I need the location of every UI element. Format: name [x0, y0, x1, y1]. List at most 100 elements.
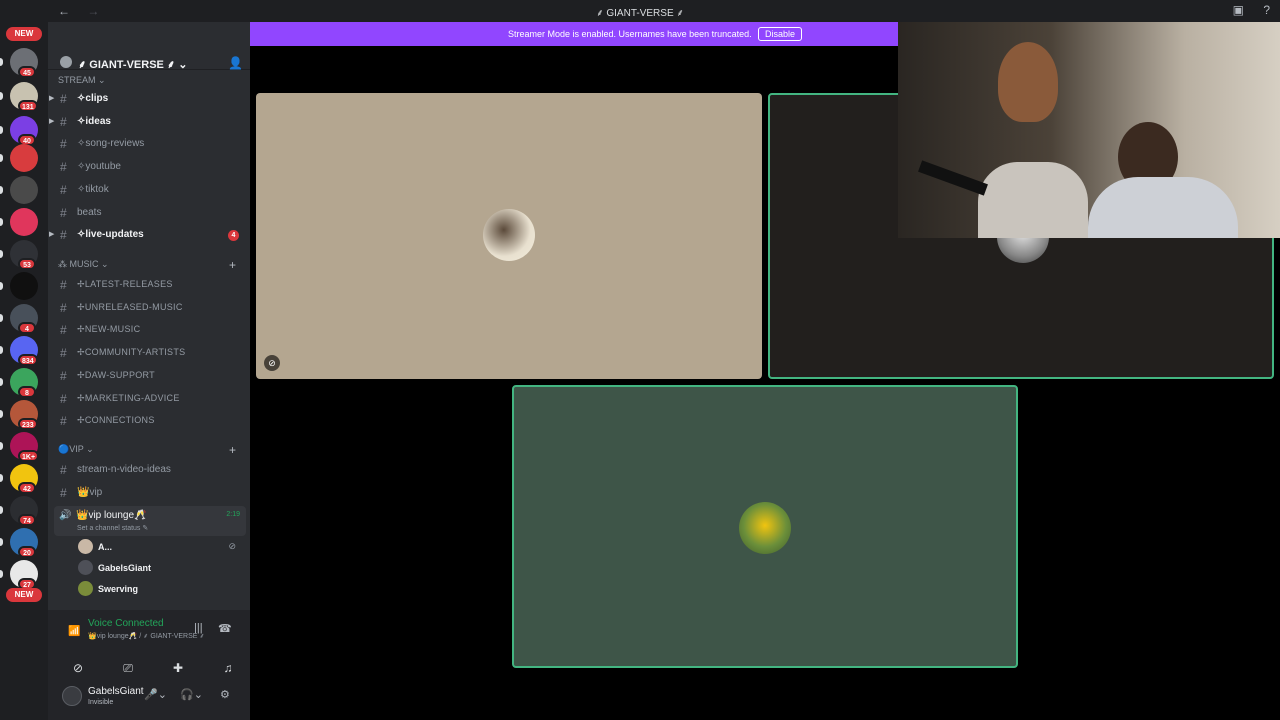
- hashtag-icon: #: [60, 182, 67, 197]
- banner-text: Streamer Mode is enabled. Usernames have…: [508, 29, 752, 39]
- unread-indicator: [0, 282, 3, 290]
- voice-timer: 2:19: [226, 511, 240, 518]
- noise-suppression-icon[interactable]: |||: [194, 622, 203, 634]
- channel-item[interactable]: # stream-n-video-ideas: [56, 460, 246, 480]
- channel-name: ✧song-reviews: [77, 138, 145, 150]
- invite-people-icon[interactable]: 👤: [228, 56, 243, 70]
- unread-caret-icon: ▶: [49, 231, 55, 239]
- speaker-icon: 🔊: [59, 510, 72, 521]
- microphone-icon[interactable]: 🎤⌄: [144, 688, 167, 701]
- server-mention-badge: 131: [18, 100, 38, 112]
- person-left-hair: [998, 42, 1058, 122]
- channel-item[interactable]: # 👑vip: [56, 483, 246, 503]
- server-icon[interactable]: [10, 272, 38, 300]
- category-vip[interactable]: 🔵VIP ⌄ +: [58, 443, 248, 460]
- channel-item[interactable]: # ✢MARKETING-ADVICE: [56, 389, 246, 409]
- voice-connected-title[interactable]: Voice Connected: [88, 618, 164, 629]
- server-mention-badge: 834: [18, 354, 38, 366]
- add-channel-icon[interactable]: +: [229, 258, 236, 272]
- unread-caret-icon: ▶: [49, 95, 55, 102]
- window-title: ⸙ GIANT-VERSE ⸙: [596, 8, 684, 19]
- channel-name: 👑vip: [77, 486, 103, 498]
- channel-name: stream-n-video-ideas: [77, 464, 171, 475]
- unread-caret-icon: ▶: [49, 117, 55, 125]
- channel-name: ✢DAW-SUPPORT: [77, 369, 155, 380]
- signal-icon[interactable]: 📶: [68, 626, 80, 637]
- voice-user-avatar: [78, 539, 93, 554]
- channel-name: ✧tiktok: [77, 183, 109, 195]
- voice-channel-vip-lounge[interactable]: 🔊 👑vip lounge🥂 Set a channel status ✎ 2:…: [54, 506, 246, 536]
- channel-name: ✢UNRELEASED-MUSIC: [77, 301, 183, 312]
- channel-sidebar: ⸙ GIANT-VERSE ⸙ ⌄ 👤 STREAM ⌄ ▶ # ✧clips ▶ # ✧…: [48, 22, 250, 720]
- unread-indicator: [0, 538, 3, 546]
- new-unreads-pill-bottom[interactable]: NEW: [6, 588, 42, 602]
- channel-item[interactable]: # ✢NEW-MUSIC: [56, 320, 246, 340]
- channel-name: ✢COMMUNITY-ARTISTS: [77, 347, 186, 358]
- channel-item[interactable]: # beats: [56, 203, 246, 223]
- unread-indicator: [0, 378, 3, 386]
- hashtag-icon: #: [60, 368, 67, 383]
- voice-user[interactable]: Swerving: [76, 580, 244, 598]
- mention-badge: 4: [228, 230, 239, 242]
- server-header[interactable]: ⸙ GIANT-VERSE ⸙ ⌄ 👤: [48, 22, 250, 71]
- hashtag-icon: #: [60, 228, 67, 243]
- channel-item[interactable]: # ✧tiktok: [56, 180, 246, 200]
- channel-item[interactable]: # ✧song-reviews: [56, 134, 246, 154]
- unread-indicator: [0, 570, 3, 578]
- disconnect-icon[interactable]: ☎: [218, 622, 232, 635]
- channel-item[interactable]: # ✢LATEST-RELEASES: [56, 275, 246, 295]
- person-left-body: [978, 162, 1088, 238]
- server-icon[interactable]: [10, 176, 38, 204]
- user-name[interactable]: GabelsGiant: [88, 686, 144, 697]
- headphones-icon[interactable]: 🎧⌄: [180, 688, 203, 701]
- participant-tile-speaking[interactable]: [512, 385, 1018, 668]
- server-mention-badge: 53: [18, 258, 36, 270]
- channel-item[interactable]: ▶ # ✧clips: [49, 89, 246, 109]
- voice-connected-subtitle[interactable]: 👑vip lounge🥂 / ⸙ GIANT-VERSE ⸙: [88, 632, 205, 641]
- hashtag-icon: #: [60, 92, 67, 106]
- disable-streamer-mode-button[interactable]: Disable: [758, 27, 803, 41]
- new-unreads-pill-top[interactable]: NEW: [6, 27, 42, 41]
- unread-indicator: [0, 250, 3, 258]
- muted-mic-icon: ⊘: [228, 541, 236, 551]
- channel-item[interactable]: # ✢CONNECTIONS: [56, 411, 246, 431]
- unread-indicator: [0, 314, 3, 322]
- channel-item[interactable]: # ✢DAW-SUPPORT: [56, 366, 246, 386]
- server-icon[interactable]: [10, 144, 38, 172]
- unread-indicator: [0, 92, 3, 100]
- hashtag-icon: #: [60, 137, 67, 152]
- participant-avatar: [739, 502, 791, 554]
- help-icon[interactable]: ?: [1263, 3, 1270, 17]
- channel-name: ✢LATEST-RELEASES: [77, 279, 173, 289]
- server-mention-badge: 45: [18, 66, 36, 78]
- category-music[interactable]: ⁂ MUSIC ⌄ +: [58, 258, 248, 275]
- server-mention-badge: 8: [18, 386, 36, 398]
- hashtag-icon: #: [60, 114, 67, 129]
- unread-indicator: [0, 154, 3, 162]
- hashtag-icon: #: [60, 205, 67, 220]
- person-right-body: [1088, 177, 1238, 238]
- add-channel-icon[interactable]: +: [229, 443, 236, 457]
- channel-item[interactable]: ▶ # ✧live-updates 4: [49, 225, 246, 245]
- voice-user-avatar: [78, 581, 93, 596]
- muted-mic-icon: ⊘: [264, 355, 280, 371]
- participant-tile[interactable]: ⊘: [256, 93, 762, 379]
- voice-channel-status[interactable]: Set a channel status ✎: [77, 524, 148, 532]
- server-icon[interactable]: [10, 208, 38, 236]
- channel-item[interactable]: # ✧youtube: [56, 157, 246, 177]
- voice-user[interactable]: A... ⊘: [76, 538, 244, 556]
- channel-item[interactable]: # ✢UNRELEASED-MUSIC: [56, 298, 246, 318]
- inbox-icon[interactable]: ▣: [1233, 3, 1244, 17]
- unread-indicator: [0, 442, 3, 450]
- hashtag-icon: #: [60, 485, 67, 500]
- channel-name: ✢NEW-MUSIC: [77, 324, 141, 335]
- settings-gear-icon[interactable]: ⚙: [220, 688, 230, 701]
- voice-channel-name: 👑vip lounge🥂: [76, 510, 147, 521]
- channel-item[interactable]: # ✢COMMUNITY-ARTISTS: [56, 343, 246, 363]
- unread-indicator: [0, 58, 3, 66]
- channel-item[interactable]: ▶ # ✧ideas: [49, 112, 246, 132]
- user-avatar[interactable]: [62, 686, 82, 706]
- streamer-webcam-overlay: [898, 22, 1280, 238]
- voice-user[interactable]: GabelsGiant: [76, 559, 244, 577]
- channel-name: beats: [77, 206, 102, 218]
